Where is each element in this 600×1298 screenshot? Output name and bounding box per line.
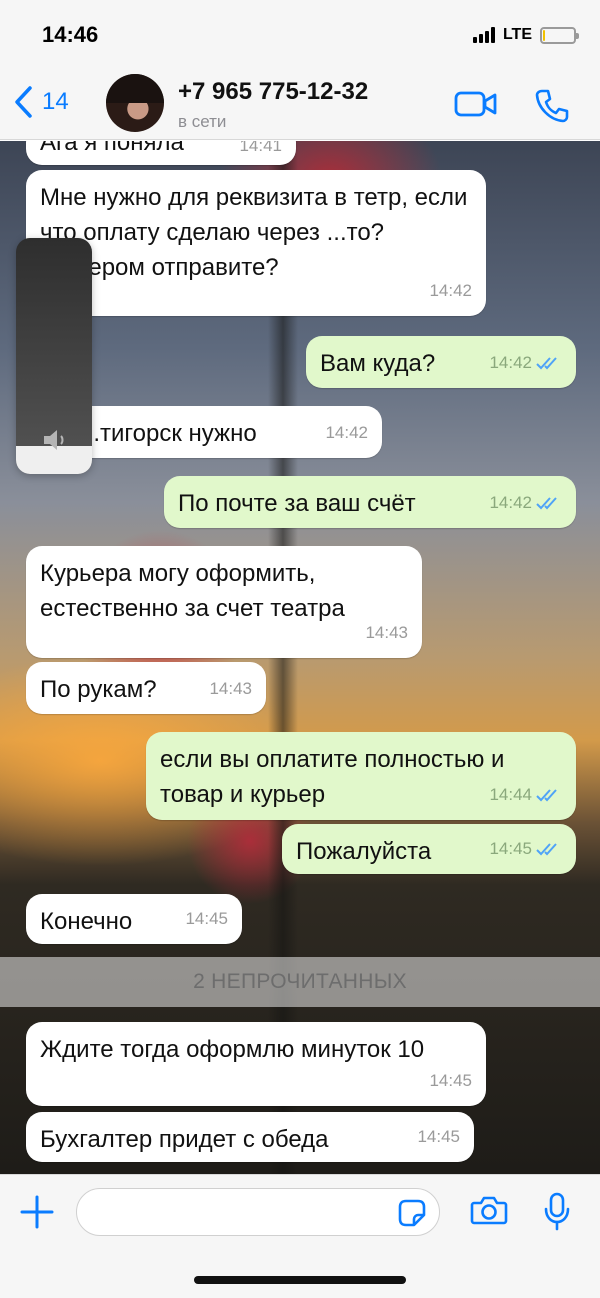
message-time: 14:42	[489, 493, 532, 512]
double-check-icon	[536, 496, 557, 509]
microphone-icon	[544, 1192, 570, 1231]
message-time: 14:43	[209, 679, 252, 698]
message-text: Мне нужно для реквизита в тетр, если что…	[40, 184, 468, 281]
message-outgoing[interactable]: Вам куда? 14:42	[306, 336, 576, 388]
signal-icon	[472, 27, 495, 43]
message-text: Пожалуйста	[296, 838, 432, 865]
message-time: 14:42	[429, 281, 472, 300]
message-text: если вы оплатите полностью и товар и кур…	[160, 746, 505, 808]
message-incoming[interactable]: Ждите тогда оформлю минуток 10 14:45	[26, 1022, 486, 1106]
message-outgoing[interactable]: Пожалуйста 14:45	[282, 824, 576, 874]
message-time: 14:43	[365, 623, 408, 642]
message-time: 14:42	[489, 353, 532, 372]
battery-icon	[540, 26, 579, 44]
message-time: 14:45	[429, 1071, 472, 1090]
message-text: По рукам?	[40, 676, 157, 703]
chat-header: 14 +7 965 775-12-32 в сети	[0, 70, 600, 140]
message-text: По почте за ваш счёт	[178, 490, 416, 517]
message-input[interactable]	[76, 1188, 440, 1236]
volume-hud[interactable]	[16, 238, 92, 474]
camera-button[interactable]	[470, 1193, 508, 1232]
microphone-button[interactable]	[542, 1191, 572, 1236]
message-text: Бухгалтер придет с обеда	[40, 1126, 329, 1153]
message-text: Вам куда?	[320, 350, 436, 377]
chat-area[interactable]: Ага я поняла 14:41 Мне нужно для реквизи…	[0, 141, 600, 1174]
message-time: 14:44	[489, 785, 532, 804]
message-status: 14:45	[489, 831, 562, 866]
double-check-icon	[536, 788, 557, 801]
status-indicators: LTE	[472, 26, 579, 44]
message-time: 14:42	[325, 423, 368, 442]
message-incoming[interactable]: По рукам? 14:43	[26, 662, 266, 714]
camera-icon	[470, 1196, 508, 1225]
message-status: 14:42	[489, 485, 562, 520]
message-text: Ждите тогда оформлю минуток 10	[40, 1036, 425, 1063]
message-text: Конечно	[40, 908, 133, 935]
unread-divider: 2 НЕПРОЧИТАННЫХ	[0, 957, 600, 1007]
video-call-icon	[454, 91, 497, 117]
message-time: 14:45	[489, 839, 532, 858]
contact-status: в сети	[178, 112, 227, 131]
message-incoming[interactable]: Бухгалтер придет с обеда 14:45	[26, 1112, 474, 1162]
message-time: 14:41	[239, 141, 282, 155]
message-incoming[interactable]: Конечно 14:45	[26, 894, 242, 944]
status-bar: 14:46 LTE	[0, 0, 600, 70]
unread-chats-count: 14	[42, 88, 69, 115]
contact-name[interactable]: +7 965 775-12-32	[178, 78, 368, 106]
double-check-icon	[536, 356, 557, 369]
message-time: 14:45	[185, 909, 228, 928]
sticker-button[interactable]	[396, 1197, 428, 1234]
double-check-icon	[536, 842, 557, 855]
message-text: Ага я поняла	[40, 141, 184, 156]
message-outgoing[interactable]: По почте за ваш счёт 14:42	[164, 476, 576, 528]
message-text: Курьера могу оформить, естественно за сч…	[40, 560, 345, 622]
back-button[interactable]: 14	[12, 84, 69, 120]
attach-button[interactable]	[18, 1193, 56, 1236]
voice-call-button[interactable]	[534, 88, 570, 129]
message-status: 14:44	[489, 777, 562, 812]
phone-icon	[535, 89, 569, 123]
speaker-icon	[44, 430, 64, 450]
message-time: 14:45	[417, 1127, 460, 1146]
video-call-button[interactable]	[454, 88, 498, 125]
message-incoming[interactable]: Ага я поняла 14:41	[26, 141, 296, 165]
message-status: 14:42	[489, 345, 562, 380]
avatar[interactable]	[106, 74, 164, 132]
chevron-left-icon	[15, 86, 32, 118]
sticker-icon	[398, 1199, 426, 1227]
message-incoming[interactable]: Мне нужно для реквизита в тетр, если что…	[26, 170, 486, 316]
battery-level	[543, 29, 546, 41]
message-outgoing[interactable]: если вы оплатите полностью и товар и кур…	[146, 732, 576, 820]
network-type: LTE	[502, 26, 532, 43]
message-incoming[interactable]: Курьера могу оформить, естественно за сч…	[26, 546, 422, 658]
home-indicator[interactable]	[194, 1276, 406, 1284]
plus-icon	[20, 1195, 54, 1229]
status-time: 14:46	[42, 22, 99, 47]
